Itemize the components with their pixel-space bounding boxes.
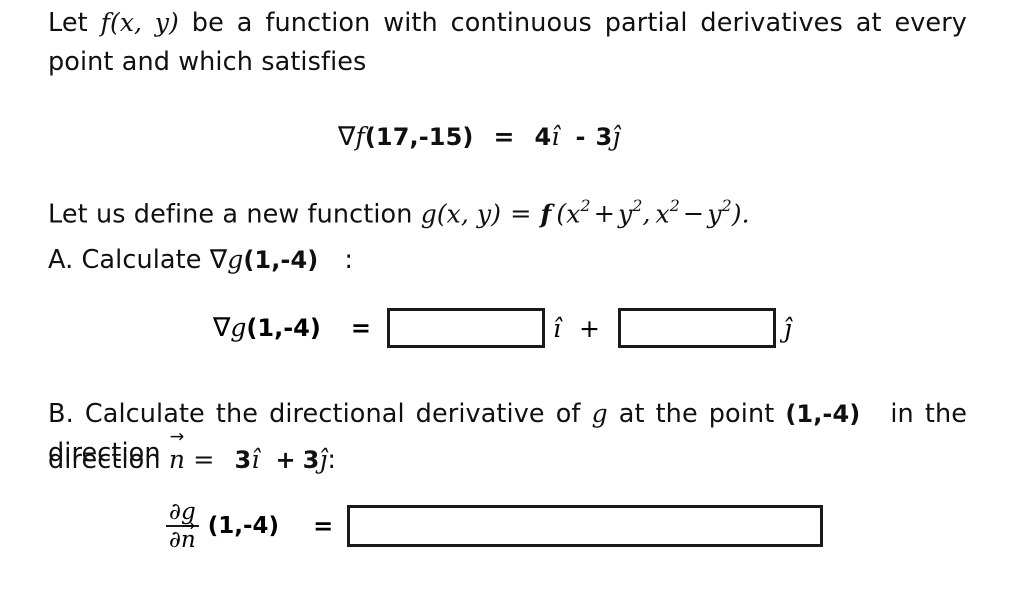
- equals-sign: =: [493, 122, 515, 151]
- direction-lead-text: direction: [48, 445, 169, 475]
- part-b-point: (1,-4): [785, 400, 861, 428]
- arg2-exponent1: 2: [669, 196, 680, 215]
- part-b-g-name: g: [591, 399, 608, 428]
- args-comma: ,: [642, 199, 651, 229]
- answer-i-hat-icon: ı̂: [552, 313, 561, 343]
- n-vector-symbol: → n: [168, 429, 186, 479]
- arg2-base2: y: [707, 199, 722, 229]
- arg1-base2: y: [618, 199, 633, 229]
- answer-point: (1,-4): [246, 314, 321, 342]
- vector-arrow-icon: →: [169, 427, 185, 448]
- fraction-denominator: ∂ → n: [166, 518, 199, 554]
- answer-plus-sign: +: [578, 313, 600, 343]
- part-b-equals-sign: =: [313, 512, 334, 541]
- j-hat-icon: ȷ̂: [612, 122, 621, 151]
- answer-g-name: g: [230, 313, 247, 342]
- f-name: f: [540, 199, 552, 229]
- close-paren: ): [731, 199, 742, 229]
- problem-page: Let f(x, y) be a function with continuou…: [0, 0, 1024, 611]
- gradient-j-component-input[interactable]: [617, 308, 776, 348]
- open-paren: (: [556, 199, 567, 229]
- arg2-base1: x: [655, 199, 670, 229]
- g-arguments: (x, y): [436, 199, 502, 229]
- part-b-text-2: at the point: [607, 399, 786, 429]
- part-a-g-name: g: [227, 245, 244, 274]
- part-a-equals-sign: =: [350, 314, 371, 342]
- answer-j-hat-icon: ȷ̂: [783, 313, 792, 343]
- g-name: g: [420, 199, 437, 229]
- part-b-answer-point: (1,-4): [207, 513, 280, 540]
- definition-period: .: [741, 199, 750, 229]
- part-a-point: (1,-4): [243, 246, 319, 274]
- part-b-answer-row: ∂g ∂ → n (1,-4) =: [166, 500, 824, 552]
- gradient-j-coefficient: 3: [595, 123, 613, 151]
- arg1-exponent2: 2: [632, 196, 643, 215]
- nabla-icon: ∇: [338, 122, 356, 152]
- intro-paragraph: Let f(x, y) be a function with continuou…: [48, 3, 967, 82]
- n-vector-letter: n: [168, 445, 186, 474]
- denominator-partial-icon: ∂: [169, 527, 181, 554]
- part-a-label: A. Calculate: [48, 245, 210, 275]
- gradient-i-component-input[interactable]: [386, 308, 545, 348]
- arg1-plus: +: [593, 199, 616, 230]
- function-f-expression: f(x, y): [100, 8, 179, 37]
- gradient-i-coefficient: 4: [534, 123, 552, 151]
- part-a-colon: :: [344, 245, 354, 275]
- part-a-nabla-icon: ∇: [209, 245, 228, 275]
- numerator-partial-icon: ∂: [169, 499, 181, 525]
- gradient-equation: ∇f(17,-15) = 4ı̂ -3ȷ̂: [338, 117, 620, 157]
- definition-lead-text: Let us define a new function: [48, 199, 421, 230]
- partial-derivative-fraction: ∂g ∂ → n: [166, 500, 199, 552]
- part-a-answer-row: ∇g(1,-4) = ı̂ + ȷ̂: [213, 308, 792, 348]
- intro-text-before: Let: [48, 8, 101, 38]
- arg1-exponent1: 2: [580, 196, 591, 215]
- direction-j-coefficient: 3: [302, 446, 320, 474]
- gradient-function-name: f: [355, 122, 365, 151]
- direction-plus-sign: +: [275, 446, 296, 474]
- part-a-answer-label: ∇g(1,-4): [213, 313, 321, 343]
- gradient-sign: -: [575, 123, 586, 151]
- arg1-base1: x: [566, 199, 581, 229]
- direction-i-coefficient: 3: [234, 446, 252, 474]
- answer-nabla-icon: ∇: [213, 313, 231, 343]
- direction-vector-line: direction → n = 3ı̂ +3ȷ̂:: [48, 429, 337, 480]
- arg2-minus: −: [682, 199, 705, 230]
- part-a-prompt: A. Calculate ∇g(1,-4):: [48, 240, 353, 280]
- intro-text-after: be a function with continuous partial de…: [48, 8, 967, 77]
- denominator-n-vector: → n: [181, 518, 196, 553]
- part-b-text-1: B. Calculate the directional derivative …: [48, 399, 592, 429]
- definition-equals: =: [510, 199, 532, 230]
- direction-equals: =: [193, 445, 215, 475]
- denominator-vector-arrow-icon: →: [181, 516, 196, 536]
- direction-colon: :: [327, 445, 337, 475]
- arg2-exponent2: 2: [721, 196, 732, 215]
- gradient-point: (17,-15): [364, 123, 474, 151]
- directional-derivative-input[interactable]: [347, 505, 824, 548]
- definition-of-g: Let us define a new function g(x, y) = f (x…: [48, 186, 750, 234]
